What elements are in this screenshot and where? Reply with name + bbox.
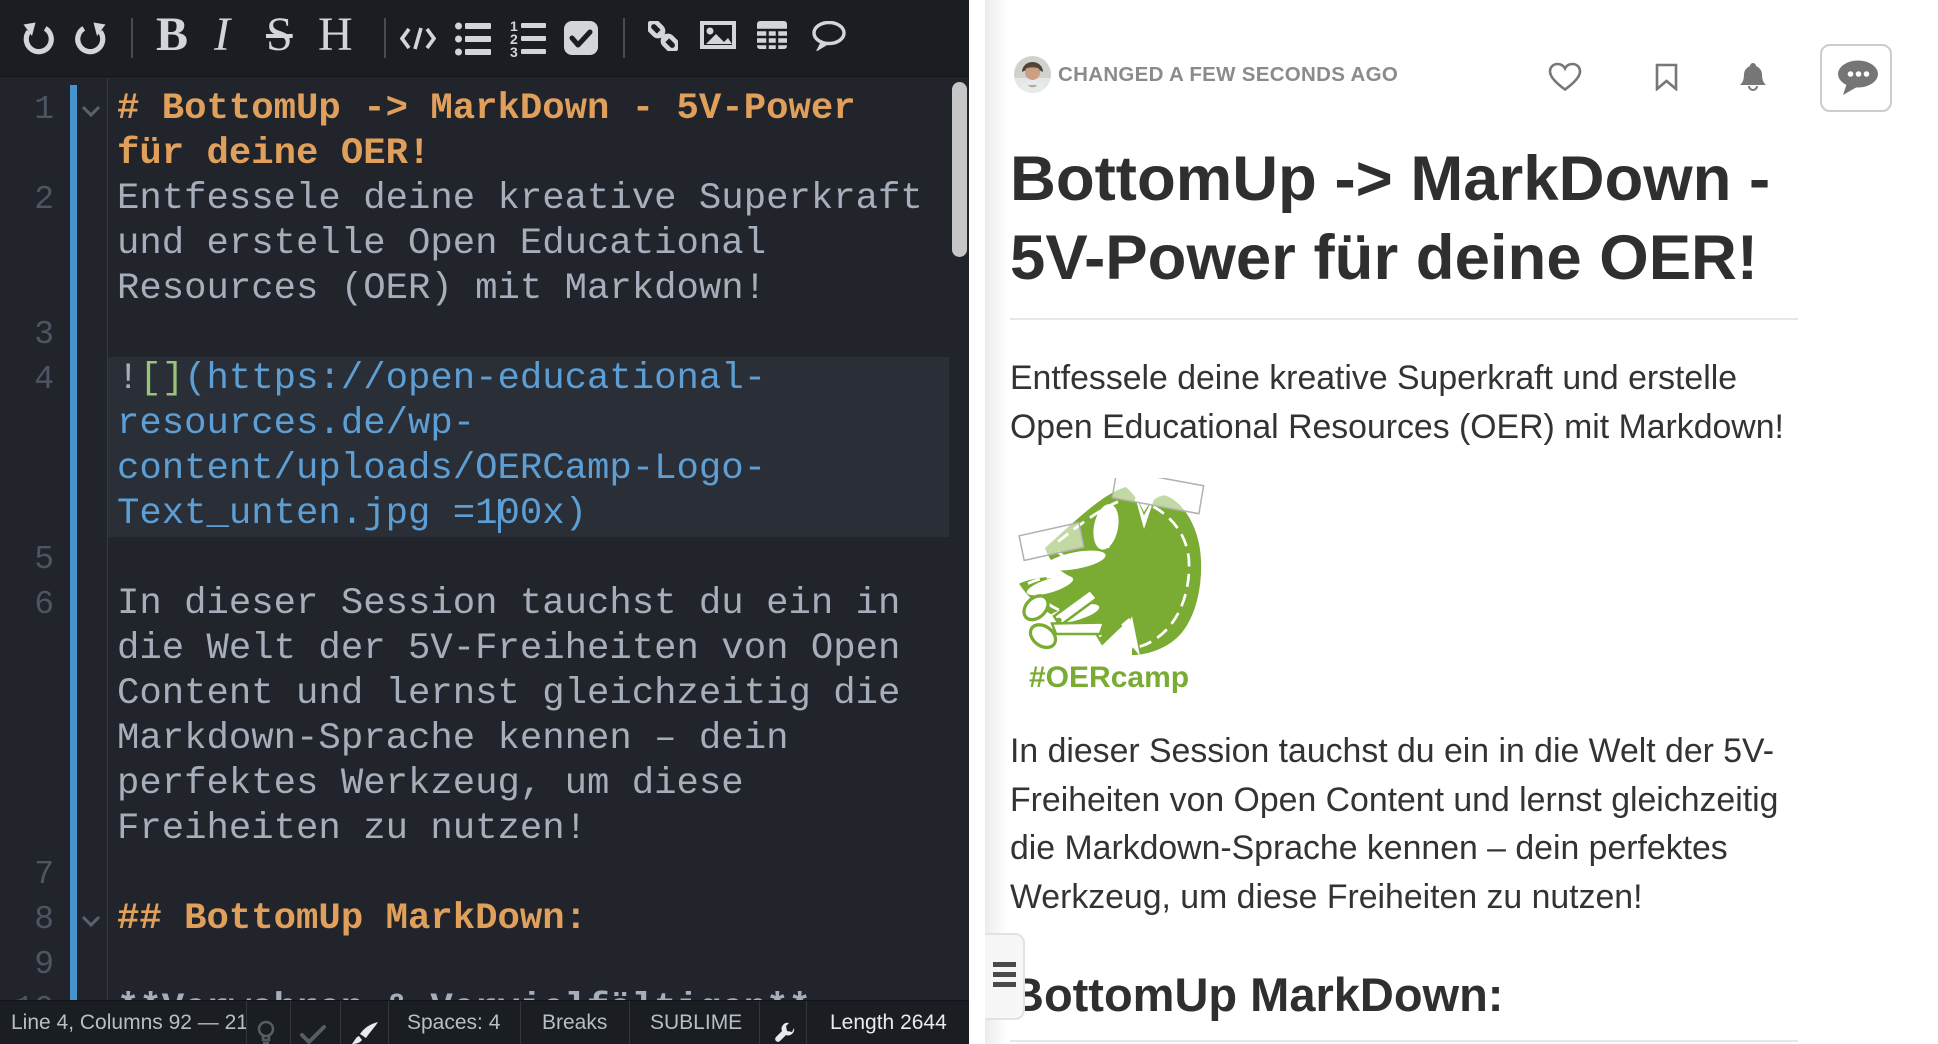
svg-text:3: 3 bbox=[510, 44, 518, 58]
svg-text:#OERcamp: #OERcamp bbox=[1029, 661, 1189, 694]
